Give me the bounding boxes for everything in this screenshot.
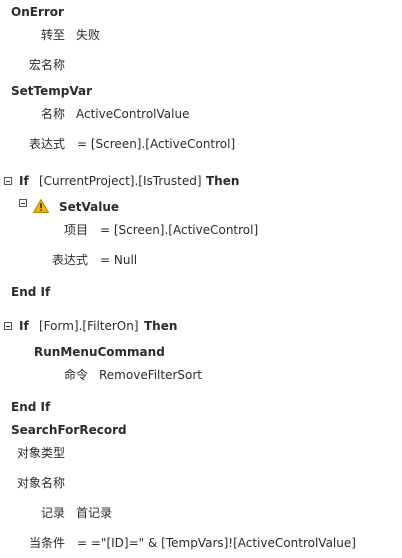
expression-value[interactable]: = Null (100, 252, 137, 268)
if-keyword: If (19, 319, 29, 333)
end-if-keyword: End If (11, 400, 51, 414)
name-label: 名称 (41, 107, 66, 121)
record-value[interactable]: 首记录 (76, 505, 112, 521)
settempvar-action-title[interactable]: SetTempVar (11, 83, 92, 99)
if-condition[interactable]: [Form].[FilterOn] (39, 318, 139, 334)
collapse-toggle-icon[interactable] (19, 199, 27, 207)
onerror-action-title[interactable]: OnError (11, 4, 64, 20)
where-condition-value[interactable]: = ="[ID]=" & [TempVars]![ActiveControlVa… (77, 535, 356, 551)
collapse-toggle-icon[interactable] (4, 177, 12, 185)
command-label: 命令 (64, 368, 89, 382)
object-type-label: 对象类型 (17, 446, 66, 460)
then-keyword: Then (206, 174, 240, 188)
searchforrecord-action-title[interactable]: SearchForRecord (11, 422, 127, 438)
if-keyword: If (19, 174, 29, 188)
end-if-keyword: End If (11, 285, 51, 299)
item-label: 项目 (64, 223, 89, 237)
then-keyword: Then (144, 319, 178, 333)
item-value[interactable]: = [Screen].[ActiveControl] (100, 222, 258, 238)
expression-value[interactable]: = [Screen].[ActiveControl] (77, 136, 235, 152)
setvalue-action-title[interactable]: SetValue (59, 199, 119, 215)
object-name-label: 对象名称 (17, 476, 66, 490)
goto-value[interactable]: 失败 (76, 27, 100, 43)
where-condition-label: 当条件 (29, 536, 66, 550)
goto-label: 转至 (41, 28, 66, 42)
warning-icon (33, 199, 49, 213)
expression-label: 表达式 (52, 253, 89, 267)
macro-name-label: 宏名称 (29, 58, 66, 72)
name-value[interactable]: ActiveControlValue (76, 106, 189, 122)
record-label: 记录 (41, 506, 66, 520)
collapse-toggle-icon[interactable] (4, 322, 12, 330)
command-value[interactable]: RemoveFilterSort (99, 367, 202, 383)
expression-label: 表达式 (29, 137, 66, 151)
runmenucommand-action-title[interactable]: RunMenuCommand (34, 344, 165, 360)
if-condition[interactable]: [CurrentProject].[IsTrusted] (39, 173, 202, 189)
